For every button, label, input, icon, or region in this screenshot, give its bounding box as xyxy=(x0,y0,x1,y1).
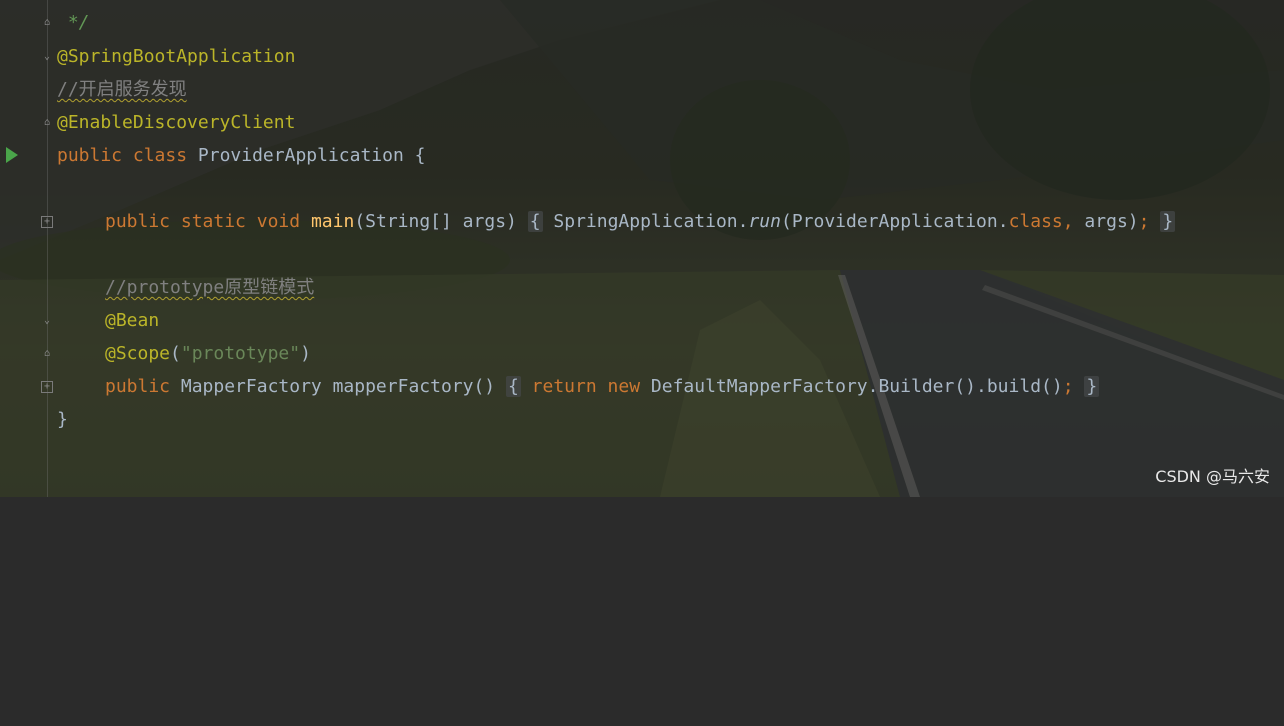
gutter-guide-line xyxy=(47,0,48,497)
run-arrow-icon[interactable] xyxy=(6,147,18,163)
fold-end-icon[interactable]: ⌂ xyxy=(41,117,53,129)
fold-expand-icon[interactable]: + xyxy=(41,216,53,228)
paren-open: ( xyxy=(170,343,181,364)
fold-start-icon[interactable]: ⌄ xyxy=(41,315,53,327)
code-line-enablediscoveryclient: @EnableDiscoveryClient xyxy=(57,112,296,133)
code-line-mapperfactory: public MapperFactory mapperFactory() { r… xyxy=(105,370,1100,403)
code-line-springbootapplication: @SpringBootApplication xyxy=(57,46,296,67)
comment-text: //prototype原型链模式 xyxy=(105,277,315,298)
open-brace: { xyxy=(414,145,426,166)
code-editor[interactable]: */ @SpringBootApplication //开启服务发现 @Enab… xyxy=(57,0,1284,726)
paren-close: ) xyxy=(300,343,311,364)
string-prototype: "prototype" xyxy=(180,343,301,364)
editor-gutter: ⌂ ⌄ ⌂ + ⌄ ⌂ + xyxy=(0,0,53,497)
call-args-a: (ProviderApplication. xyxy=(780,211,1009,232)
comment-text: //开启服务发现 xyxy=(57,79,187,100)
keyword-public: public xyxy=(105,211,171,232)
keyword-void: void xyxy=(256,211,301,232)
code-line-comment-prototype: //prototype原型链模式 xyxy=(105,271,314,304)
method-params: (String[] args) xyxy=(354,211,517,232)
method-signature: MapperFactory mapperFactory() xyxy=(170,376,496,397)
keyword-class: class xyxy=(1008,211,1063,232)
semicolon: ; xyxy=(1062,376,1074,397)
folded-close-brace[interactable]: } xyxy=(1160,211,1176,232)
folded-open-brace[interactable]: { xyxy=(505,376,521,397)
fold-expand-icon[interactable]: + xyxy=(41,381,53,393)
keyword-public: public xyxy=(57,145,123,166)
keyword-new: new xyxy=(607,376,641,397)
code-line-comment-end: */ xyxy=(57,12,90,33)
call-target: SpringApplication. xyxy=(542,211,749,232)
code-line-comment-discovery: //开启服务发现 xyxy=(57,73,187,106)
code-line-class-close: } xyxy=(57,409,68,430)
keyword-class: class xyxy=(132,145,188,166)
code-line-main-method: public static void main(String[] args) {… xyxy=(105,205,1176,238)
method-name-main: main xyxy=(310,211,355,232)
keyword-static: static xyxy=(180,211,246,232)
keyword-public: public xyxy=(105,376,171,397)
method-run: run xyxy=(748,211,781,232)
keyword-return: return xyxy=(531,376,597,397)
code-line-class-declaration: public class ProviderApplication { xyxy=(57,139,426,172)
comma: , xyxy=(1062,211,1074,232)
folded-open-brace[interactable]: { xyxy=(527,211,543,232)
annotation-scope: @Scope xyxy=(105,343,171,364)
fold-end-icon[interactable]: ⌂ xyxy=(41,17,53,29)
folded-close-brace[interactable]: } xyxy=(1084,376,1100,397)
code-line-scope: @Scope("prototype") xyxy=(105,337,311,370)
semicolon: ; xyxy=(1138,211,1150,232)
fold-end-icon[interactable]: ⌂ xyxy=(41,348,53,360)
builder-call: DefaultMapperFactory.Builder().build() xyxy=(640,376,1063,397)
fold-start-icon[interactable]: ⌄ xyxy=(41,51,53,63)
csdn-watermark: CSDN @马六安 xyxy=(1155,467,1270,486)
code-line-bean: @Bean xyxy=(105,310,160,331)
class-name: ProviderApplication xyxy=(197,145,404,166)
call-args-b: args) xyxy=(1073,211,1139,232)
